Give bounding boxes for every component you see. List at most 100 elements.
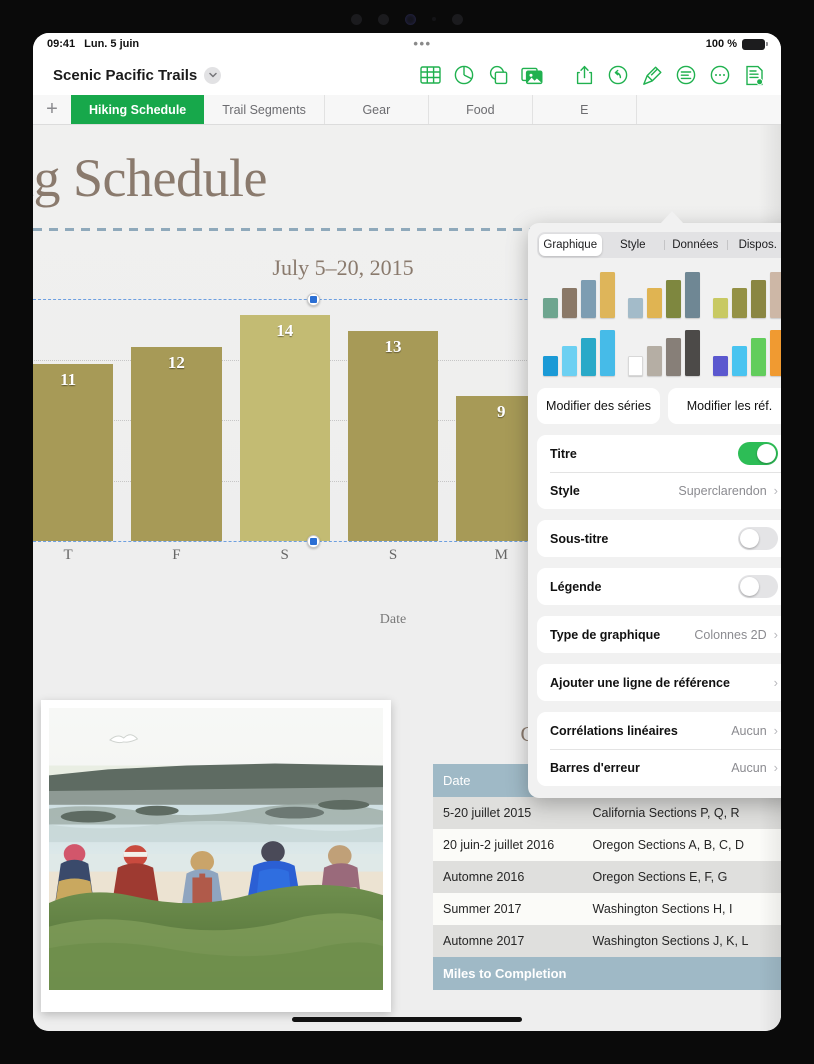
chevron-right-icon: ›	[773, 760, 778, 775]
home-indicator[interactable]	[292, 1017, 522, 1022]
edit-references-button[interactable]: Modifier les réf.	[668, 388, 781, 424]
sensor-dot	[351, 13, 362, 25]
chart-style-5[interactable]	[624, 328, 703, 376]
thumbnail-bar	[713, 356, 729, 376]
thumbnail-bar	[561, 346, 577, 376]
edit-series-button[interactable]: Modifier des séries	[537, 388, 660, 424]
popover-segmented-control[interactable]: Graphique Style Données Dispos.	[537, 232, 781, 258]
photo-behind-caption: Date	[352, 995, 377, 1010]
chart-style-1[interactable]	[539, 270, 618, 318]
selection-handle-top[interactable]	[307, 293, 320, 306]
battery-percent-label: 100 %	[705, 38, 737, 50]
row-legende[interactable]: Légende	[537, 568, 781, 605]
sheet-tab-hiking-schedule[interactable]: Hiking Schedule	[71, 95, 205, 124]
table-cell[interactable]: Automne 2017	[433, 924, 583, 957]
row-titre[interactable]: Titre	[537, 435, 781, 472]
table-row[interactable]: 20 juin-2 juillet 2016 Oregon Sections A,…	[433, 828, 781, 861]
text-format-icon[interactable]	[671, 60, 701, 90]
share-icon[interactable]	[569, 60, 599, 90]
format-brush-icon[interactable]	[637, 60, 667, 90]
document-headline: Hiking Schedule	[33, 148, 267, 208]
camera-lens-icon	[405, 13, 416, 25]
table-body[interactable]: 5-20 juillet 2015 California Sections P, …	[433, 796, 781, 957]
table-cell[interactable]: California Sections P, Q, R	[582, 796, 781, 829]
thumbnail-bar	[684, 272, 700, 318]
row-legende-label: Légende	[550, 579, 602, 594]
segment-donnees[interactable]: Données	[664, 234, 727, 256]
app-toolbar: ⌄ Scenic Pacific Trails	[33, 55, 781, 95]
sous-titre-toggle[interactable]	[738, 527, 778, 550]
chevron-right-icon: ›	[773, 675, 778, 690]
table-cell[interactable]: Washington Sections H, I	[582, 892, 781, 925]
thumbnail-bar	[580, 280, 596, 318]
chart-bar-column[interactable]: 12	[131, 299, 222, 541]
chart-bar-column[interactable]: 11	[33, 299, 114, 541]
segment-dispos[interactable]: Dispos.	[726, 234, 782, 256]
table-row[interactable]: 5-20 juillet 2015 California Sections P, …	[433, 796, 781, 829]
row-barres-erreur[interactable]: Barres d'erreur Aucun ›	[537, 749, 781, 786]
table-row[interactable]: Summer 2017 Washington Sections H, I	[433, 892, 781, 925]
chart-style-6[interactable]	[710, 328, 781, 376]
chart-bar[interactable]: 13	[347, 331, 439, 541]
media-icon[interactable]	[517, 60, 547, 90]
chart-style-4[interactable]	[539, 328, 618, 376]
row-ajouter-ligne-reference[interactable]: Ajouter une ligne de référence ›	[537, 664, 781, 701]
table-icon[interactable]	[415, 60, 445, 90]
table-cell[interactable]: Summer 2017	[433, 892, 583, 925]
table-cell[interactable]: Oregon Sections E, F, G	[582, 860, 781, 893]
document-canvas[interactable]: Hiking Schedule July 5–20, 2015 11121413…	[33, 125, 781, 1031]
popover-arrow	[660, 211, 684, 224]
chart-bar[interactable]: 12	[131, 347, 222, 541]
sheet-tab-trail-segments[interactable]: Trail Segments	[204, 95, 325, 124]
row-style[interactable]: Style Superclarendon ›	[537, 472, 781, 509]
chart-icon[interactable]	[449, 60, 479, 90]
table-row[interactable]: Automne 2016 Oregon Sections E, F, G	[433, 860, 781, 893]
add-sheet-button[interactable]: +	[33, 95, 71, 124]
sheet-tab-bar: + Hiking Schedule Trail Segments Gear Fo…	[33, 95, 781, 125]
thumbnail-bar	[627, 298, 643, 318]
legende-toggle[interactable]	[738, 575, 778, 598]
segment-style[interactable]: Style	[602, 234, 665, 256]
undo-icon[interactable]	[603, 60, 633, 90]
chart-bar[interactable]: 14	[239, 315, 330, 541]
row-type-de-graphique[interactable]: Type de graphique Colonnes 2D ›	[537, 616, 781, 653]
sheet-tab-gear[interactable]: Gear	[325, 95, 429, 124]
selection-handle-bottom[interactable]	[307, 535, 320, 548]
thumbnail-bar	[627, 356, 643, 376]
thumbnail-bar	[542, 298, 558, 318]
table-cell[interactable]: Oregon Sections A, B, C, D	[582, 828, 781, 861]
chart-style-thumbnails[interactable]	[539, 270, 781, 376]
more-icon[interactable]	[705, 60, 735, 90]
shape-icon[interactable]	[483, 60, 513, 90]
chart-style-2[interactable]	[624, 270, 703, 318]
document-icon[interactable]	[739, 60, 769, 90]
table-cell[interactable]: Automne 2016	[433, 860, 583, 893]
sheet-tab-food[interactable]: Food	[429, 95, 533, 124]
thumbnail-bar	[599, 330, 615, 376]
chart-bar-column[interactable]: 13	[347, 299, 439, 541]
table-cell[interactable]: Washington Sections J, K, L	[582, 924, 781, 957]
chart-style-3[interactable]	[710, 270, 781, 318]
row-sous-titre[interactable]: Sous-titre	[537, 520, 781, 557]
chart-bar-column[interactable]: 14	[239, 299, 330, 541]
chart-x-tick: S	[280, 547, 289, 563]
table-cell[interactable]: 5-20 juillet 2015	[433, 796, 583, 829]
sheet-tab-e[interactable]: E	[533, 95, 637, 124]
table-footer-row[interactable]: Miles to Completion	[433, 956, 781, 990]
thumbnail-bar	[732, 346, 748, 376]
segment-graphique[interactable]: Graphique	[539, 234, 602, 256]
row-correlations-lineaires[interactable]: Corrélations linéaires Aucun ›	[537, 712, 781, 749]
page-title: Scenic Pacific Trails	[53, 66, 198, 84]
photo-card[interactable]: Date	[41, 700, 391, 1012]
table-row[interactable]: Automne 2017 Washington Sections J, K, L	[433, 924, 781, 957]
row-sous-titre-label: Sous-titre	[550, 531, 609, 546]
table-cell[interactable]: 20 juin-2 juillet 2016	[433, 828, 583, 861]
chevron-right-icon: ›	[773, 723, 778, 738]
row-titre-label: Titre	[550, 446, 577, 461]
chevron-down-icon[interactable]	[204, 66, 222, 84]
chevron-right-icon: ›	[773, 483, 778, 498]
chart-format-popover[interactable]: Graphique Style Données Dispos. Modifier…	[528, 223, 781, 798]
titre-toggle[interactable]	[738, 442, 778, 465]
status-date: Lun. 5 juin	[84, 38, 140, 50]
chart-bar[interactable]: 11	[33, 363, 114, 541]
